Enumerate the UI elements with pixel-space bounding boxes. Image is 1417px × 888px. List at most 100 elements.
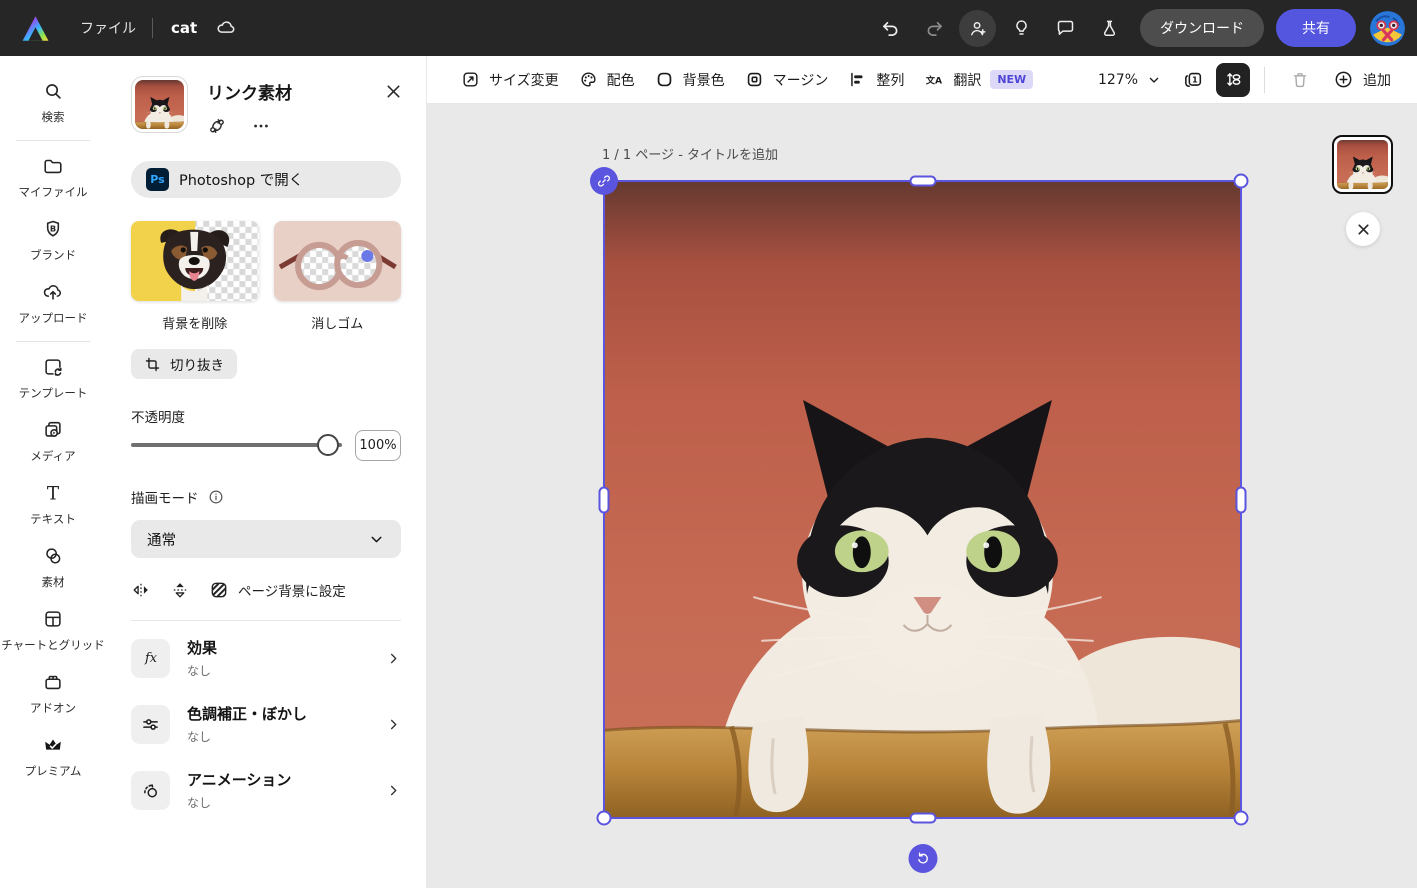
flip-vertical-icon[interactable] [170, 580, 190, 600]
selection-handle-bottom-left[interactable] [597, 811, 612, 826]
selection-handle-top-right[interactable] [1234, 174, 1249, 189]
adjustments-value: なし [187, 728, 369, 745]
opacity-value-field[interactable]: 100% [355, 430, 401, 461]
new-badge: NEW [990, 70, 1033, 89]
canvas-toolbar: サイズ変更 配色 背景色 マージン 整列 文A 翻訳 NEW 127% 1 追加 [427, 56, 1417, 104]
open-in-photoshop-label: Photoshop で開く [179, 169, 303, 190]
cloud-sync-button[interactable] [207, 9, 245, 47]
linked-asset-badge[interactable] [590, 167, 618, 195]
opacity-slider-handle[interactable] [317, 434, 339, 456]
beta-labs-button[interactable] [1090, 9, 1128, 47]
adobe-express-logo[interactable] [14, 7, 56, 49]
sidebar-item-upload[interactable]: アップロード [0, 273, 106, 336]
opacity-slider-track[interactable] [131, 443, 342, 447]
selection-handle-right[interactable] [1236, 486, 1247, 513]
sidebar-item-elements[interactable]: 素材 [0, 537, 106, 600]
layers-arrange-button[interactable] [1216, 63, 1250, 97]
selection-handle-bottom[interactable] [909, 813, 936, 824]
delete-button[interactable] [1283, 63, 1317, 97]
margin-button[interactable]: マージン [735, 64, 839, 96]
open-in-photoshop-button[interactable]: Ps Photoshop で開く [131, 161, 401, 198]
color-scheme-button[interactable]: 配色 [569, 64, 645, 96]
add-element-button[interactable]: 追加 [1325, 63, 1399, 96]
selection-handle-bottom-right[interactable] [1234, 811, 1249, 826]
remove-background-card[interactable]: 背景を削除 [131, 221, 259, 332]
eraser-card[interactable]: 消しゴム [274, 221, 402, 332]
animation-value: なし [187, 794, 369, 811]
more-options-icon[interactable] [251, 116, 271, 136]
canvas-area[interactable]: 1 / 1 ページ - タイトルを追加 [427, 104, 1417, 888]
zoom-control[interactable]: 127% [1090, 66, 1170, 94]
svg-text:文A: 文A [926, 74, 943, 86]
artboard[interactable] [604, 181, 1241, 818]
animation-title: アニメーション [187, 769, 369, 790]
opacity-slider[interactable] [131, 429, 342, 461]
panel-close-button[interactable] [384, 82, 403, 101]
panel-title: リンク素材 [207, 79, 292, 104]
palette-icon [579, 70, 598, 89]
share-button[interactable]: 共有 [1276, 9, 1356, 47]
flip-horizontal-icon[interactable] [131, 580, 151, 600]
sidebar-item-my-files[interactable]: マイファイル [0, 147, 106, 210]
adjustments-row[interactable]: 色調補正・ぼかし なし [131, 691, 401, 757]
align-button[interactable]: 整列 [838, 64, 914, 96]
sidebar-item-media[interactable]: メディア [0, 411, 106, 474]
user-avatar[interactable] [1370, 11, 1405, 46]
download-button[interactable]: ダウンロード [1140, 9, 1264, 47]
panel-divider [131, 620, 401, 621]
crop-button[interactable]: 切り抜き [131, 349, 237, 379]
topbar-divider [152, 18, 153, 38]
info-icon[interactable] [208, 489, 224, 505]
fx-icon: fx [131, 639, 170, 678]
svg-text:fx: fx [144, 651, 158, 666]
cat-photo[interactable] [604, 181, 1241, 818]
template-icon [42, 356, 64, 378]
adjustments-sliders-icon [131, 705, 170, 744]
animation-row[interactable]: アニメーション なし [131, 757, 401, 823]
file-menu[interactable]: ファイル [66, 10, 150, 46]
chevron-right-icon [386, 651, 401, 666]
chevron-down-icon [1146, 72, 1162, 88]
close-icon [384, 82, 403, 101]
effects-row[interactable]: fx 効果 なし [131, 625, 401, 691]
sidebar-item-templates[interactable]: テンプレート [0, 348, 106, 411]
invite-people-button[interactable] [959, 10, 996, 47]
remove-background-label: 背景を削除 [131, 313, 259, 332]
rotate-handle[interactable] [908, 844, 937, 873]
comment-icon [1055, 18, 1076, 39]
redo-button[interactable] [915, 9, 953, 47]
document-title[interactable]: cat [161, 13, 207, 43]
eraser-label: 消しゴム [274, 313, 402, 332]
sidebar-item-addons[interactable]: アドオン [0, 663, 106, 726]
relink-swap-icon[interactable] [207, 116, 227, 136]
set-page-background-label: ページ背景に設定 [238, 580, 346, 600]
pages-panel-close-button[interactable] [1346, 212, 1380, 246]
sidebar-item-search[interactable]: 検索 [0, 72, 106, 135]
brand-shield-icon: B [42, 218, 64, 240]
selection-handle-left[interactable] [599, 486, 610, 513]
background-color-button[interactable]: 背景色 [645, 64, 735, 96]
blend-mode-select[interactable]: 通常 [131, 520, 401, 558]
inspiration-button[interactable] [1002, 9, 1040, 47]
sidebar-item-charts-grids[interactable]: チャートとグリッド [0, 600, 106, 663]
sidebar-item-brand[interactable]: B ブランド [0, 210, 106, 273]
resize-button[interactable]: サイズ変更 [451, 64, 569, 96]
svg-text:B: B [50, 223, 56, 233]
set-page-background-button[interactable]: ページ背景に設定 [209, 580, 346, 600]
left-rail: 検索 マイファイル B ブランド アップロード テンプレート メディア T テキ… [0, 56, 106, 888]
pages-overview-button[interactable]: 1 [1176, 63, 1210, 97]
rail-divider [16, 341, 90, 342]
comments-button[interactable] [1046, 9, 1084, 47]
chevron-down-icon [368, 531, 385, 548]
translate-icon: 文A [924, 70, 944, 90]
page-thumbnail[interactable] [1332, 135, 1393, 194]
close-icon [1355, 221, 1372, 238]
folder-icon [42, 155, 64, 177]
translate-button[interactable]: 文A 翻訳 NEW [914, 64, 1043, 96]
grid-icon [42, 608, 64, 630]
sidebar-item-text[interactable]: T テキスト [0, 474, 106, 537]
sidebar-item-premium[interactable]: プレミアム [0, 726, 106, 789]
page-title-label[interactable]: 1 / 1 ページ - タイトルを追加 [602, 144, 778, 163]
selection-handle-top[interactable] [909, 176, 936, 187]
undo-button[interactable] [871, 9, 909, 47]
